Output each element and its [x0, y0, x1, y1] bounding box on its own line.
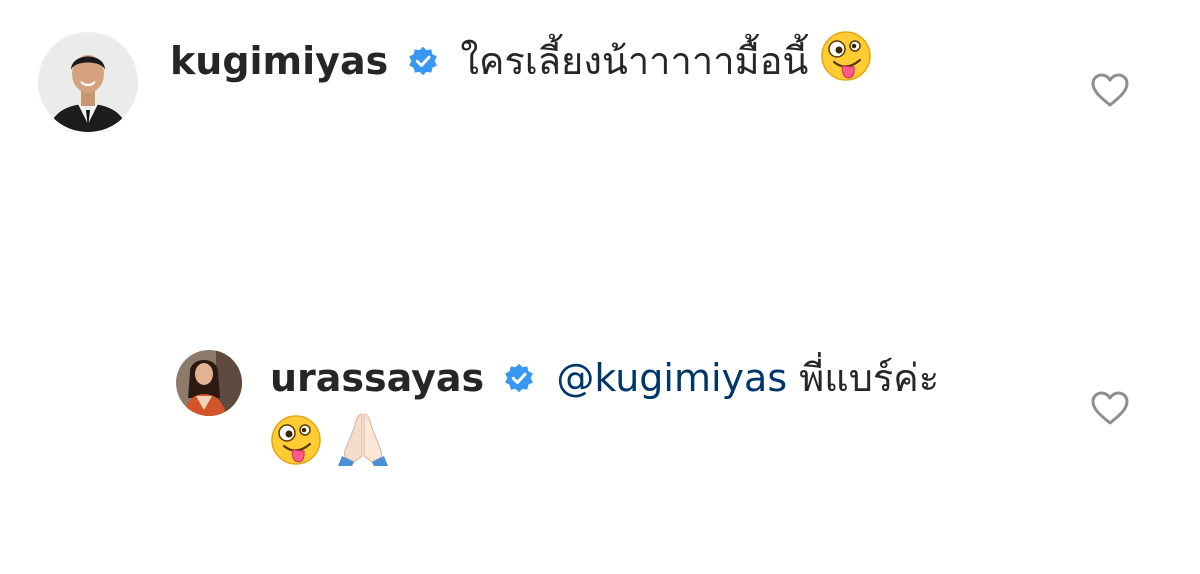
- verified-badge-icon: [408, 33, 438, 93]
- comment-text: ใครเลี้ยงน้าาาาามื้อนี้: [460, 39, 809, 83]
- avatar[interactable]: [38, 32, 138, 132]
- comment-username[interactable]: urassayas: [270, 356, 484, 400]
- zany-face-emoji-icon: [270, 414, 322, 483]
- mention-link[interactable]: @kugimiyas: [556, 356, 787, 400]
- verified-badge-icon: [504, 350, 534, 410]
- avatar[interactable]: [176, 350, 242, 416]
- comment-line: urassayas @kugimiyas พี่แบร์ค่ะ: [270, 348, 1030, 483]
- zany-face-emoji-icon: [820, 30, 872, 99]
- like-heart-icon[interactable]: [1090, 390, 1130, 426]
- folded-hands-emoji-icon: [334, 410, 392, 483]
- comment-username[interactable]: kugimiyas: [170, 39, 388, 83]
- comment-line: kugimiyas ใครเลี้ยงน้าาาาามื้อนี้: [170, 30, 872, 99]
- comment-text: พี่แบร์ค่ะ: [799, 356, 940, 400]
- like-heart-icon[interactable]: [1090, 72, 1130, 108]
